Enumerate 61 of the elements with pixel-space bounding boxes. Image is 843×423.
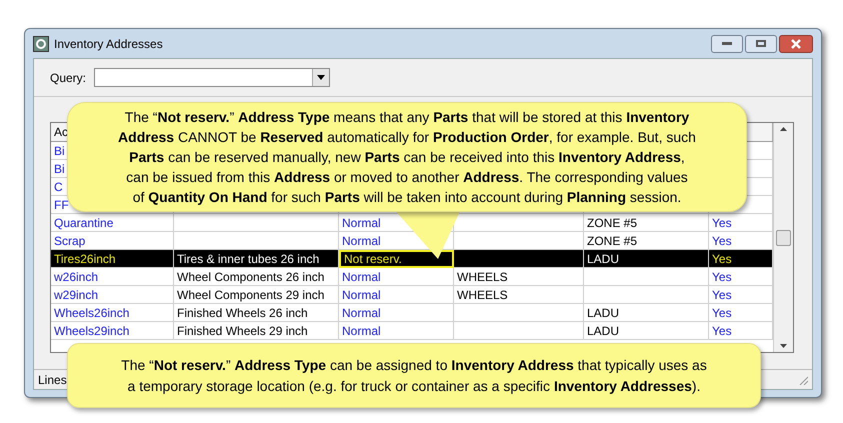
table-cell: Scrap: [54, 234, 86, 246]
table-cell: Normal: [342, 288, 381, 300]
table-cell: Finished Wheels 29 inch: [177, 324, 308, 336]
table-cell: Yes: [712, 252, 732, 264]
table-cell: Wheel Components 29 inch: [177, 288, 324, 300]
table-cell: Tires & inner tubes 26 inch: [177, 252, 320, 264]
table-cell: Yes: [712, 270, 732, 282]
table-row[interactable]: Tires26inch Tires & inner tubes 26 inch Not reserv. LADU Yes: [51, 250, 773, 268]
query-label: Query:: [50, 70, 86, 86]
table-cell: Quarantine: [54, 216, 114, 228]
minimize-button[interactable]: [711, 34, 743, 52]
table-cell: Tires26inch: [54, 252, 116, 264]
scroll-thumb[interactable]: [776, 230, 791, 246]
query-dropdown[interactable]: [94, 68, 330, 87]
table-cell: Normal: [342, 270, 381, 282]
table-row[interactable]: Wheels29inch Finished Wheels 29 inch Normal LADU Yes: [51, 322, 773, 340]
table-cell: ZONE #5: [587, 234, 638, 246]
table-cell: Bi: [54, 144, 65, 156]
table-cell: Yes: [712, 234, 732, 246]
resize-grip-icon[interactable]: [798, 374, 808, 384]
callout-text: The “Not reserv.” Address Type can be assigned to Inventory Address that typically uses as a temporary storage location (e.g. for truck or container as a specific Inventory Addresses).: [121, 356, 707, 396]
table-row[interactable]: w29inch Wheel Components 29 inch Normal WHEELS Yes: [51, 286, 773, 304]
table-row[interactable]: Quarantine Normal ZONE #5 Yes: [51, 214, 773, 232]
table-row[interactable]: w26inch Wheel Components 26 inch Normal WHEELS Yes: [51, 268, 773, 286]
table-cell: ZONE #5: [587, 216, 638, 228]
scroll-up-icon: [780, 127, 787, 131]
status-text: Lines: [38, 372, 67, 388]
table-row[interactable]: Wheels26inch Finished Wheels 26 inch Normal LADU Yes: [51, 304, 773, 322]
table-cell: w26inch: [54, 270, 98, 282]
table-cell: Normal: [342, 216, 381, 228]
table-cell: Normal: [342, 234, 381, 246]
table-cell: Finished Wheels 26 inch: [177, 306, 308, 318]
column-header[interactable]: Ac: [54, 123, 68, 141]
table-cell: Yes: [712, 324, 732, 336]
window-title: Inventory Addresses: [54, 36, 163, 52]
table-cell: WHEELS: [457, 270, 508, 282]
table-cell: Yes: [712, 306, 732, 318]
table-cell: WHEELS: [457, 288, 508, 300]
table-cell: LADU: [587, 306, 620, 318]
table-cell: C: [54, 180, 63, 192]
vertical-scrollbar[interactable]: [773, 123, 793, 352]
table-cell: LADU: [587, 324, 620, 336]
table-cell: Wheels29inch: [54, 324, 130, 336]
table-row[interactable]: Scrap Normal ZONE #5 Yes: [51, 232, 773, 250]
table-cell: Bi: [54, 162, 65, 174]
maximize-button[interactable]: [745, 34, 777, 52]
table-cell: Yes: [712, 216, 732, 228]
table-cell: LADU: [587, 252, 620, 264]
table-cell: FF: [54, 198, 69, 210]
dropdown-arrow-icon: [317, 75, 326, 80]
table-cell: w29inch: [54, 288, 98, 300]
table-cell: Normal: [342, 324, 381, 336]
scroll-down-icon: [780, 344, 787, 348]
close-icon: [791, 38, 801, 48]
table-cell: Not reserv.: [344, 253, 402, 265]
table-cell: Normal: [342, 306, 381, 318]
table-cell: Wheel Components 26 inch: [177, 270, 324, 282]
callout-text: The “Not reserv.” Address Type means that any Parts that will be stored at this Inventory Address CANNOT be Reserved automatically for Production Order, for example. But, such Parts can be reserved manually, new Parts can be received into this Inventory Address, can be issued from this Address or moved to another Address. The corresponding values of Quantity On Hand for such Parts will be taken into account during Planning session.: [118, 108, 696, 207]
table-cell: Yes: [712, 288, 732, 300]
close-button[interactable]: [779, 34, 813, 52]
table-cell: Wheels26inch: [54, 306, 130, 318]
